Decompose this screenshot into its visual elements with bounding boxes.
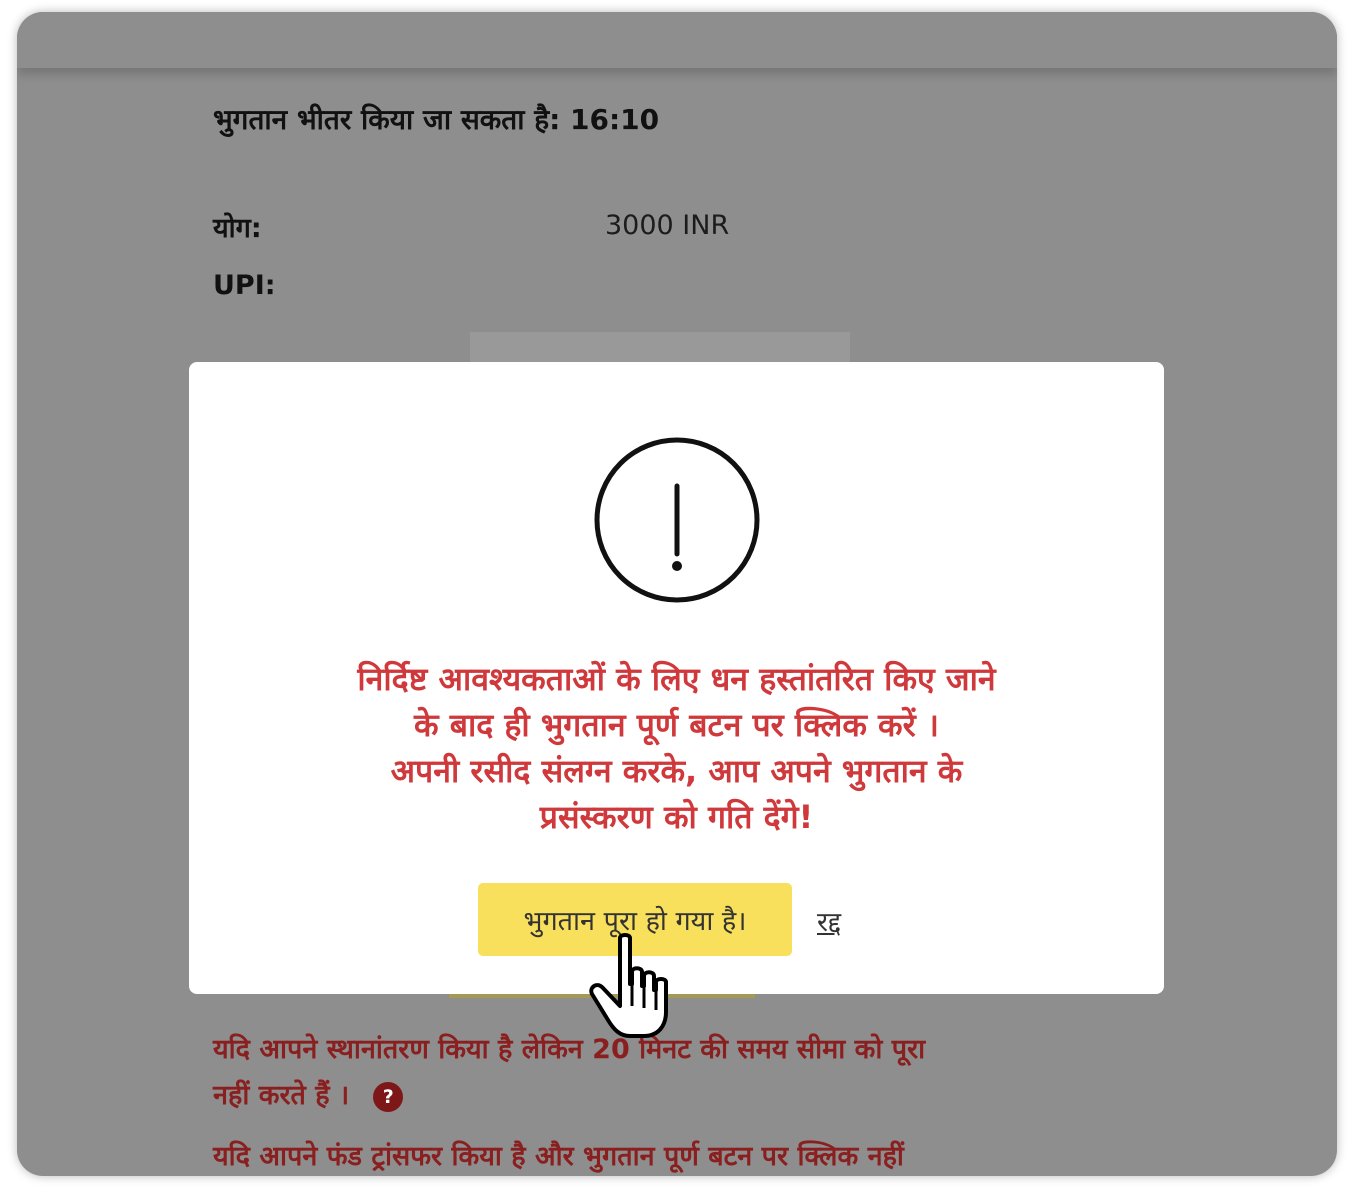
- modal-message-line: निर्दिष्ट आवश्यकताओं के लिए धन हस्तांतरि…: [357, 660, 996, 698]
- payment-timer: भुगतान भीतर किया जा सकता है: 16:10: [213, 103, 660, 136]
- amount-value: 3000 INR: [605, 210, 730, 241]
- transfer-note-line2-text: नहीं करते हैं ।: [213, 1080, 350, 1111]
- upi-label: UPI:: [213, 270, 276, 301]
- payment-window: भुगतान भीतर किया जा सकता है: 16:10 योग: …: [17, 12, 1337, 1176]
- exclamation-circle-icon: [594, 437, 760, 603]
- transfer-note-line3: यदि आपने फंड ट्रांसफर किया है और भुगतान …: [213, 1141, 904, 1172]
- modal-message-line: के बाद ही भुगतान पूर्ण बटन पर क्लिक करें…: [413, 706, 939, 744]
- top-bar: [17, 12, 1337, 68]
- modal-message-line: प्रसंस्करण को गति देंगे!: [539, 798, 814, 836]
- hand-pointer-icon: [589, 933, 668, 1038]
- modal-message-line: अपनी रसीद संलग्न करके, आप अपने भुगतान के: [390, 752, 963, 790]
- modal-message: निर्दिष्ट आवश्यकताओं के लिए धन हस्तांतरि…: [229, 656, 1124, 840]
- cancel-link[interactable]: रद्द: [817, 902, 841, 939]
- confirm-modal: निर्दिष्ट आवश्यकताओं के लिए धन हस्तांतरि…: [189, 362, 1164, 994]
- transfer-note-line2: नहीं करते हैं ।?: [213, 1073, 1113, 1119]
- help-icon[interactable]: ?: [373, 1081, 404, 1112]
- amount-label: योग:: [213, 213, 262, 244]
